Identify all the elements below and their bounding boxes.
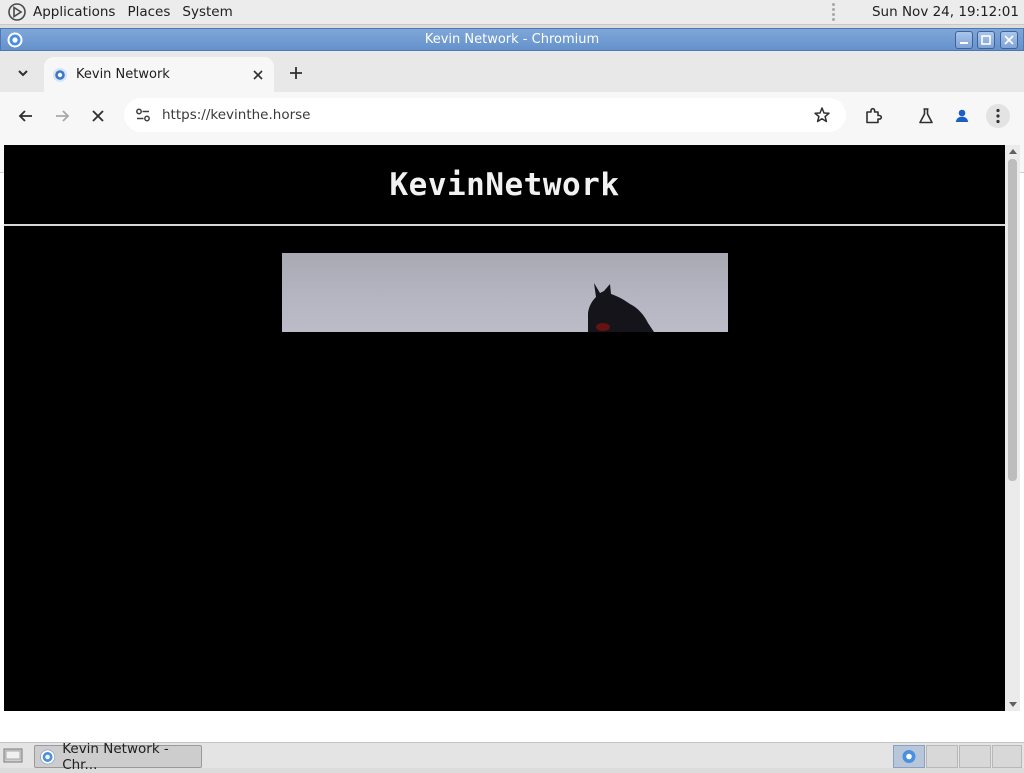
- stop-loading-button[interactable]: [86, 104, 110, 128]
- panel-clock[interactable]: Sun Nov 24, 19:12:01: [872, 4, 1019, 20]
- url-text[interactable]: https://kevinthe.horse: [162, 107, 813, 123]
- hero-horse-image: [282, 253, 728, 332]
- close-window-button[interactable]: [1000, 31, 1018, 49]
- site-info-tune-icon[interactable]: [134, 106, 152, 124]
- new-tab-plus-icon[interactable]: [286, 63, 306, 83]
- show-desktop-icon[interactable]: [3, 747, 23, 765]
- labs-button[interactable]: [914, 104, 938, 128]
- site-title[interactable]: KevinNetwork: [390, 167, 620, 203]
- window-title: Kevin Network - Chromium: [424, 32, 600, 47]
- minimize-button[interactable]: [955, 31, 973, 49]
- back-button[interactable]: [14, 104, 38, 128]
- browser-toolbar: https://kevinthe.horse: [0, 92, 1024, 140]
- places-menu[interactable]: Places: [127, 4, 170, 20]
- tab-title: Kevin Network: [76, 67, 170, 82]
- chromium-task-icon: [40, 748, 56, 765]
- page-viewport: KevinNetwork: [4, 145, 1005, 711]
- maximize-icon: [981, 35, 991, 45]
- puzzle-piece-icon: [866, 107, 883, 124]
- chrome-menu-button[interactable]: [986, 104, 1010, 128]
- workspace-chromium-icon: [902, 750, 916, 763]
- panel-grip-handle[interactable]: [831, 3, 836, 21]
- distro-logo-icon[interactable]: [8, 3, 26, 21]
- window-titlebar[interactable]: Kevin Network - Chromium: [0, 28, 1024, 51]
- forward-button[interactable]: [50, 104, 74, 128]
- tab-strip: Kevin Network: [0, 51, 1024, 92]
- address-bar[interactable]: https://kevinthe.horse: [124, 98, 846, 132]
- applications-menu[interactable]: Applications: [33, 4, 115, 20]
- top-panel: Applications Places System Sun Nov 24, 1…: [0, 0, 1024, 25]
- extensions-button[interactable]: [861, 104, 885, 128]
- scroll-up-arrow-icon[interactable]: [1009, 149, 1017, 154]
- taskbar-window-button[interactable]: Kevin Network - Chr...: [34, 741, 202, 773]
- forward-arrow-icon: [56, 110, 70, 122]
- loading-favicon-icon: [53, 67, 67, 82]
- horse-silhouette-image: [588, 283, 654, 332]
- workspace-2[interactable]: [926, 745, 958, 768]
- site-header: KevinNetwork: [4, 145, 1005, 226]
- maximize-button[interactable]: [977, 31, 995, 49]
- scroll-down-arrow-icon[interactable]: [1009, 702, 1017, 707]
- minimize-icon: [960, 42, 968, 44]
- tab-kevin-network[interactable]: Kevin Network: [44, 57, 274, 92]
- workspace-1[interactable]: [893, 745, 925, 768]
- system-menu[interactable]: System: [182, 4, 232, 20]
- chromium-app-icon: [7, 32, 23, 48]
- workspace-4[interactable]: [992, 745, 1022, 768]
- bookmark-star-icon[interactable]: [813, 106, 831, 124]
- profile-button[interactable]: [950, 104, 974, 128]
- scrollbar-thumb[interactable]: [1008, 159, 1017, 481]
- kebab-menu-icon: [996, 108, 1000, 124]
- back-arrow-icon: [18, 110, 32, 122]
- profile-avatar-icon: [955, 109, 969, 122]
- tab-search-chevron-icon[interactable]: [12, 62, 34, 84]
- stop-x-icon: [92, 110, 104, 122]
- tab-close-icon[interactable]: [250, 67, 266, 83]
- flask-icon: [919, 108, 933, 124]
- page-vertical-scrollbar[interactable]: [1005, 145, 1020, 711]
- workspace-3[interactable]: [959, 745, 991, 768]
- bottom-taskbar: Kevin Network - Chr...: [0, 741, 1024, 773]
- close-icon: [1004, 35, 1014, 45]
